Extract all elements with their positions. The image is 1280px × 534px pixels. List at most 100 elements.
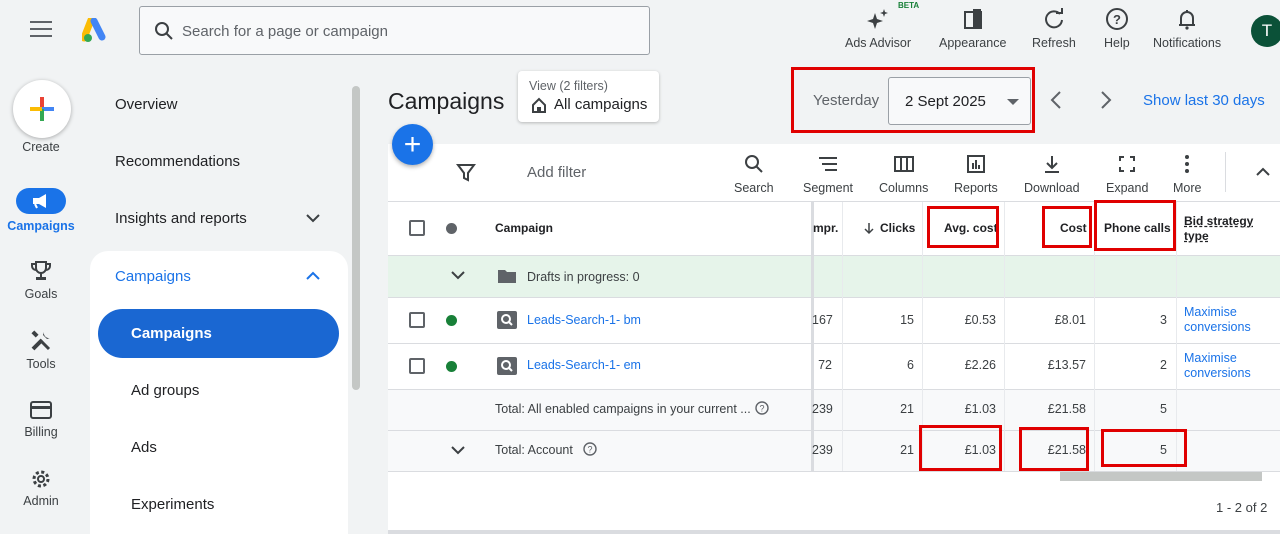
toolbar-segment-button[interactable]: Segment [803,152,853,195]
highlight-avg-cost-header [927,206,999,248]
cell-impr: 72 [818,358,832,372]
rail-campaigns-label: Campaigns [7,219,75,233]
ads-advisor-button[interactable]: Ads Advisor [845,6,911,50]
frozen-column-divider [811,202,814,471]
status-enabled-dot[interactable] [446,315,457,326]
chevron-up-icon[interactable] [305,271,321,281]
rail-tools[interactable]: Tools [0,330,82,371]
campaign-name-link[interactable]: Leads-Search-1- bm [527,313,641,327]
col-divider [842,202,843,471]
bottom-divider [388,530,1280,534]
nav-scrollbar[interactable] [352,86,360,390]
cell-cost: £13.57 [1047,358,1086,372]
home-icon [532,97,546,113]
chevron-down-icon[interactable] [305,213,321,223]
total-enabled-cost: £21.58 [1047,402,1086,416]
cell-bid-strategy-line2[interactable]: conversions [1184,366,1251,380]
help-circle-icon[interactable]: ? [583,442,597,456]
nav-campaigns-header[interactable]: Campaigns [115,268,191,285]
toolbar-download-button[interactable]: Download [1024,152,1080,195]
beta-badge: BETA [898,1,920,10]
toolbar-search-button[interactable]: Search [734,152,774,195]
create-button[interactable] [13,80,71,138]
toolbar-columns-label: Columns [879,181,929,195]
col-header-campaign[interactable]: Campaign [495,221,553,235]
toolbar-more-button[interactable]: More [1173,152,1201,195]
rail-campaigns[interactable]: Campaigns [0,188,82,233]
campaign-name-link[interactable]: Leads-Search-1- em [527,358,641,372]
rail-admin[interactable]: Admin [0,468,82,508]
search-input[interactable] [182,19,622,43]
rail-billing[interactable]: Billing [0,400,82,439]
drafts-row[interactable] [388,256,1280,297]
avatar[interactable]: T [1251,15,1280,47]
ads-advisor-label: Ads Advisor [845,36,912,50]
menu-icon[interactable] [30,21,52,39]
notifications-label: Notifications [1153,36,1222,50]
rail-goals-label: Goals [24,287,58,301]
status-enabled-dot[interactable] [446,361,457,372]
cell-avg-cost: £0.53 [964,313,996,327]
previous-arrow-icon[interactable] [1049,90,1063,110]
refresh-icon [1044,8,1063,29]
columns-icon [893,156,914,172]
expand-account-chevron-icon[interactable] [450,445,466,455]
nav-overview[interactable]: Overview [115,96,178,113]
expand-drafts-chevron-icon[interactable] [450,270,466,280]
add-campaign-button[interactable]: + [392,124,433,165]
search-campaign-icon [497,311,517,329]
nav-recommendations[interactable]: Recommendations [115,153,240,170]
megaphone-icon [33,194,46,209]
next-arrow-icon[interactable] [1099,90,1113,110]
plus-icon [30,97,54,121]
search-icon [744,155,763,173]
search-box[interactable] [139,6,650,55]
nav-experiments[interactable]: Experiments [131,496,214,513]
svg-text:?: ? [1113,12,1121,27]
segment-icon [819,157,838,171]
notifications-button[interactable]: Notifications [1153,6,1221,50]
col-header-impr[interactable]: mpr. [813,221,838,235]
total-account-impr: 239 [812,443,833,457]
total-enabled-clicks: 21 [900,402,914,416]
show-last-30-days-link[interactable]: Show last 30 days [1143,92,1265,109]
page-title: Campaigns [388,88,505,114]
collapse-chevron-icon[interactable] [1255,167,1271,177]
filter-icon[interactable] [456,162,476,182]
highlight-total-phone-calls [1101,429,1187,467]
rail-tools-label: Tools [26,357,56,371]
rail-goals[interactable]: Goals [0,260,82,301]
col-header-bid-strategy-type[interactable]: Bid strategy type [1184,214,1256,244]
drafts-label: Drafts in progress: 0 [527,270,640,284]
view-selector[interactable]: View (2 filters) All campaigns [518,71,659,122]
google-ads-logo[interactable] [82,18,110,44]
help-circle-icon[interactable]: ? [755,401,769,415]
col-header-clicks[interactable]: Clicks [880,221,915,235]
row-checkbox[interactable] [409,358,425,374]
cell-bid-strategy-line1[interactable]: Maximise [1184,351,1237,365]
toolbar-reports-button[interactable]: Reports [954,152,998,195]
help-button[interactable]: ? Help [1104,6,1130,50]
toolbar-columns-button[interactable]: Columns [879,152,928,195]
status-header-dot[interactable] [446,223,457,234]
nav-ads[interactable]: Ads [131,439,157,456]
select-all-checkbox[interactable] [409,220,425,236]
add-filter[interactable]: Add filter [527,164,586,181]
svg-text:?: ? [759,404,764,414]
tools-icon [31,330,51,351]
nav-campaigns-active[interactable]: Campaigns [98,309,339,358]
toolbar-expand-button[interactable]: Expand [1106,152,1148,195]
view-filter-label: View (2 filters) [529,79,608,93]
nav-insights-and-reports[interactable]: Insights and reports [115,210,247,227]
table-horizontal-scrollbar[interactable] [1060,472,1262,481]
cell-bid-strategy-line1[interactable]: Maximise [1184,305,1237,319]
refresh-button[interactable]: Refresh [1032,6,1076,50]
highlight-total-avg-cost [919,425,1002,471]
row-checkbox[interactable] [409,312,425,328]
cell-phone-calls: 3 [1160,313,1167,327]
cell-bid-strategy-line2[interactable]: conversions [1184,320,1251,334]
total-enabled-impr: 239 [812,402,833,416]
appearance-button[interactable]: Appearance [939,6,1006,50]
highlight-total-cost [1019,427,1089,471]
nav-ad-groups[interactable]: Ad groups [131,382,199,399]
